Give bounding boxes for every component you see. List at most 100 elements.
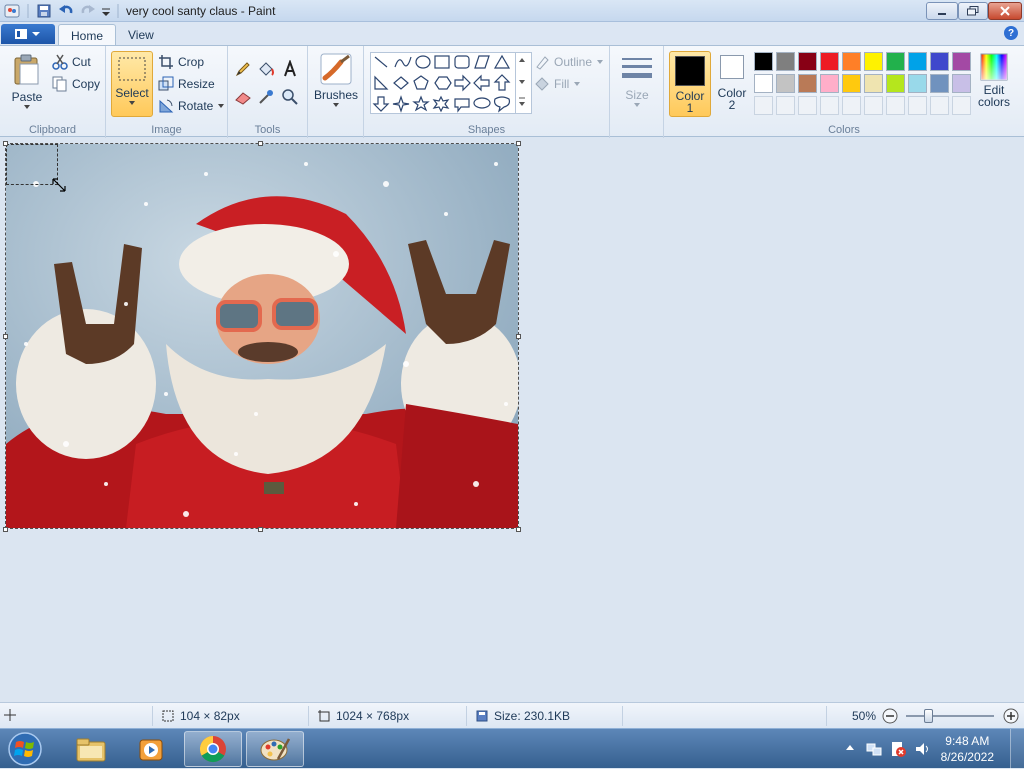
active-selection[interactable] xyxy=(6,144,58,185)
close-button[interactable] xyxy=(988,2,1022,20)
tab-view[interactable]: View xyxy=(116,24,166,46)
color1-number: 1 xyxy=(686,101,694,115)
canvas-resize-handle-right[interactable] xyxy=(516,334,521,339)
canvas-resize-handle-top-left[interactable] xyxy=(3,141,8,146)
zoom-slider-thumb[interactable] xyxy=(924,709,933,723)
edit-colors-button[interactable]: Edit colors xyxy=(974,52,1014,108)
zoom-slider-track[interactable] xyxy=(906,715,994,717)
custom-color-slot[interactable] xyxy=(820,96,839,115)
tray-network-icon[interactable] xyxy=(866,741,882,760)
crop-button[interactable]: Crop xyxy=(158,52,204,72)
canvas-resize-handle-left[interactable] xyxy=(3,334,8,339)
show-desktop-button[interactable] xyxy=(1010,729,1024,769)
palette-color-swatch[interactable] xyxy=(864,74,883,93)
taskbar-media-player[interactable] xyxy=(122,731,180,767)
palette-color-swatch[interactable] xyxy=(820,52,839,71)
palette-color-swatch[interactable] xyxy=(864,52,883,71)
paste-label: Paste xyxy=(11,90,43,104)
rotate-button[interactable]: Rotate xyxy=(158,96,225,116)
copy-icon xyxy=(52,76,68,92)
palette-color-swatch[interactable] xyxy=(908,52,927,71)
taskbar-explorer[interactable] xyxy=(62,731,120,767)
color2-button[interactable]: Color 2 xyxy=(714,55,750,111)
pentagon-shape-icon xyxy=(413,75,429,90)
customize-toolbar-icon[interactable] xyxy=(100,3,116,19)
paint-menu-button[interactable] xyxy=(1,24,55,44)
taskbar-paint[interactable] xyxy=(246,731,304,767)
tray-action-center-icon[interactable] xyxy=(890,741,906,760)
taskbar-clock[interactable]: 9:48 AM 8/26/2022 xyxy=(941,733,994,765)
magnifier-tool[interactable] xyxy=(279,87,301,107)
palette-color-swatch[interactable] xyxy=(952,74,971,93)
tab-home[interactable]: Home xyxy=(58,24,117,46)
custom-color-slot[interactable] xyxy=(798,96,817,115)
taskbar-chrome[interactable] xyxy=(184,731,242,767)
custom-color-slot[interactable] xyxy=(842,96,861,115)
save-icon[interactable] xyxy=(36,3,52,19)
palette-color-swatch[interactable] xyxy=(776,74,795,93)
copy-button[interactable]: Copy xyxy=(52,74,100,94)
custom-color-slot[interactable] xyxy=(930,96,949,115)
palette-color-swatch[interactable] xyxy=(776,52,795,71)
drawing-canvas[interactable] xyxy=(6,144,518,528)
show-hidden-icons-button[interactable] xyxy=(845,742,855,756)
canvas-resize-handle-bottom-right[interactable] xyxy=(516,527,521,532)
rectangular-callout-shape-icon xyxy=(454,98,470,113)
canvas-resize-handle-top[interactable] xyxy=(258,141,263,146)
palette-color-swatch[interactable] xyxy=(842,52,861,71)
undo-icon[interactable] xyxy=(58,3,74,19)
right-triangle-shape-icon xyxy=(374,75,389,90)
palette-color-swatch[interactable] xyxy=(886,74,905,93)
custom-color-slot[interactable] xyxy=(886,96,905,115)
custom-color-slot[interactable] xyxy=(952,96,971,115)
canvas-resize-handle-top-right[interactable] xyxy=(516,141,521,146)
paste-button[interactable]: Paste xyxy=(8,52,46,110)
colors-group: Color 1 Color 2 Edit colors Colors xyxy=(664,46,1024,138)
paint-app-icon[interactable] xyxy=(4,3,20,19)
copy-label: Copy xyxy=(72,77,101,91)
size-button[interactable]: Size xyxy=(618,52,656,108)
canvas-resize-handle-bottom[interactable] xyxy=(258,527,263,532)
folder-icon xyxy=(76,738,106,762)
help-icon[interactable]: ? xyxy=(1004,26,1018,40)
custom-color-slot[interactable] xyxy=(864,96,883,115)
cut-button[interactable]: Cut xyxy=(52,52,91,72)
select-button[interactable]: Select xyxy=(111,51,153,117)
oval-callout-shape-icon xyxy=(473,97,491,109)
palette-color-swatch[interactable] xyxy=(754,52,773,71)
zoom-in-button[interactable] xyxy=(1003,708,1019,724)
color-picker-tool[interactable] xyxy=(255,87,277,107)
eraser-tool[interactable] xyxy=(232,87,254,107)
tray-volume-icon[interactable] xyxy=(914,741,930,760)
palette-color-swatch[interactable] xyxy=(952,52,971,71)
palette-color-swatch[interactable] xyxy=(886,52,905,71)
resize-button[interactable]: Resize xyxy=(158,74,215,94)
fill-tool[interactable] xyxy=(255,59,277,79)
minimize-button[interactable] xyxy=(926,2,958,20)
paint-bucket-icon xyxy=(259,62,274,76)
brushes-button[interactable]: Brushes xyxy=(314,52,358,108)
fill-button[interactable]: Fill xyxy=(534,74,581,94)
custom-color-slot[interactable] xyxy=(908,96,927,115)
palette-color-swatch[interactable] xyxy=(754,74,773,93)
palette-color-swatch[interactable] xyxy=(908,74,927,93)
text-tool[interactable] xyxy=(279,59,301,79)
palette-color-swatch[interactable] xyxy=(842,74,861,93)
start-button[interactable] xyxy=(4,730,46,768)
custom-color-slot[interactable] xyxy=(754,96,773,115)
color1-button[interactable]: Color 1 xyxy=(669,51,711,117)
palette-color-swatch[interactable] xyxy=(930,74,949,93)
palette-color-swatch[interactable] xyxy=(820,74,839,93)
palette-color-swatch[interactable] xyxy=(798,74,817,93)
outline-button[interactable]: Outline xyxy=(534,52,604,72)
pencil-tool[interactable] xyxy=(232,59,254,79)
zoom-out-button[interactable] xyxy=(882,708,898,724)
palette-color-swatch[interactable] xyxy=(798,52,817,71)
custom-color-slot[interactable] xyxy=(776,96,795,115)
canvas-resize-handle-bottom-left[interactable] xyxy=(3,527,8,532)
shapes-scroll[interactable] xyxy=(515,52,527,114)
restore-button[interactable] xyxy=(958,2,988,20)
close-icon xyxy=(1000,6,1010,16)
redo-icon[interactable] xyxy=(80,3,96,19)
palette-color-swatch[interactable] xyxy=(930,52,949,71)
